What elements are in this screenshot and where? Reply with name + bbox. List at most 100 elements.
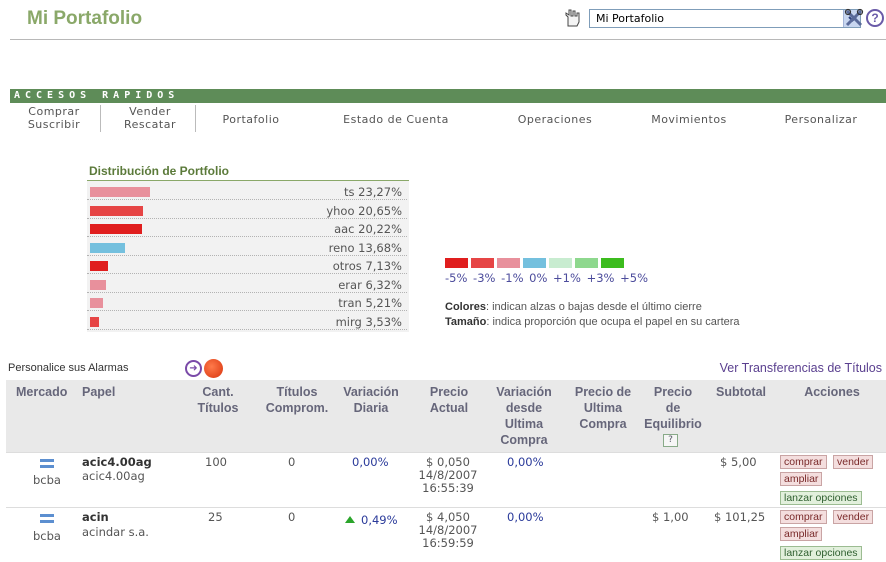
transfers-link[interactable]: Ver Transferencias de Títulos: [720, 361, 882, 375]
portfolio-select-value: Mi Portafolio: [596, 12, 665, 25]
precio-cell: $ 0,050 14/8/2007 16:55:39: [418, 455, 478, 495]
col-equilibrio: Precio de Equilibrio: [644, 385, 702, 431]
distribution-row: yhoo 20,65%: [87, 202, 407, 219]
tools-icon[interactable]: [844, 8, 864, 28]
help-icon[interactable]: ?: [866, 9, 884, 27]
col-comprom: Títulos Comprom.: [265, 385, 329, 415]
vender-button[interactable]: vender: [833, 510, 874, 524]
mercado-cell: bcba: [33, 529, 61, 543]
divider: [195, 105, 196, 132]
subtotal-cell: $ 5,00: [720, 455, 757, 469]
col-var-ultima: Variación desde Ultima Compra: [496, 385, 552, 447]
divider: [6, 507, 886, 508]
papel-desc: acic4.00ag: [82, 469, 145, 483]
distribution-label: mirg 3,53%: [335, 314, 402, 329]
quick-access-title: ACCESOS RAPIDOS: [14, 90, 180, 101]
quick-link-portafolio[interactable]: Portafolio: [208, 113, 294, 126]
col-papel: Papel: [82, 385, 116, 399]
table-header: Mercado Papel Cant. Títulos Títulos Comp…: [6, 380, 886, 452]
quick-link-comprar[interactable]: Comprar Suscribir: [18, 105, 90, 131]
alarm-bell-icon[interactable]: [204, 359, 223, 378]
vender-button[interactable]: vender: [833, 455, 874, 469]
quick-link-personalizar[interactable]: Personalizar: [775, 113, 867, 126]
papel-desc: acindar s.a.: [82, 525, 149, 539]
ampliar-button[interactable]: ampliar: [780, 527, 823, 541]
legend-note-size: Tamaño: indica proporción que ocupa el p…: [445, 316, 740, 328]
distribution-row: otros 7,13%: [87, 257, 407, 274]
distribution-row: ts 23,27%: [87, 183, 407, 200]
col-subtotal: Subtotal: [716, 385, 766, 399]
divider: [6, 452, 886, 453]
help-icon[interactable]: ?: [663, 434, 678, 447]
lanzar-opciones-button[interactable]: lanzar opciones: [780, 491, 862, 505]
legend-swatch: [575, 258, 598, 268]
legend-swatch: [445, 258, 468, 268]
comprom-cell: 0: [288, 510, 296, 524]
alarms-label: Personalice sus Alarmas: [8, 362, 129, 374]
var-ultima-cell: 0,00%: [507, 455, 544, 469]
mercado-cell: bcba: [33, 473, 61, 487]
papel-link[interactable]: acic4.00ag: [82, 456, 152, 469]
col-cant: Cant. Títulos: [197, 385, 239, 415]
divider: [100, 105, 101, 132]
lanzar-opciones-button[interactable]: lanzar opciones: [780, 546, 862, 560]
distribution-label: yhoo 20,65%: [326, 203, 402, 218]
variacion-cell: 0,49%: [361, 513, 398, 527]
papel-link[interactable]: acin: [82, 511, 109, 524]
distribution-title: Distribución de Portfolio: [89, 164, 229, 178]
col-precio-ultima: Precio de Ultima Compra: [574, 385, 632, 431]
distribution-label: tran 5,21%: [338, 296, 402, 310]
distribution-chart: ts 23,27% yhoo 20,65% aac 20,22% reno 13,68…: [87, 180, 409, 332]
quick-link-movimientos[interactable]: Movimientos: [640, 113, 738, 126]
comprar-button[interactable]: comprar: [780, 510, 827, 524]
subtotal-cell: $ 101,25: [714, 510, 766, 524]
distribution-bar: [90, 279, 106, 290]
legend-swatch: [471, 258, 494, 268]
page-title: Mi Portafolio: [27, 8, 143, 29]
precio-cell: $ 4,050 14/8/2007 16:59:59: [418, 510, 478, 550]
portfolio-select[interactable]: Mi Portafolio: [589, 9, 861, 28]
distribution-row: reno 13,68%: [87, 239, 407, 256]
distribution-row: erar 6,32%: [87, 276, 407, 293]
distribution-label: ts 23,27%: [343, 185, 402, 199]
arrow-right-icon[interactable]: ➜: [185, 360, 202, 377]
quick-link-vender[interactable]: Vender Rescatar: [110, 105, 190, 131]
legend-labels: -5% -3% -1% 0% +1% +3% +5%: [445, 271, 648, 285]
distribution-label: erar 6,32%: [338, 277, 402, 292]
distribution-bar: [90, 316, 99, 327]
distribution-bar: [90, 187, 150, 197]
quick-link-operaciones[interactable]: Operaciones: [505, 113, 605, 126]
legend-swatch: [497, 258, 520, 268]
cant-cell: 25: [208, 510, 223, 524]
equilibrio-cell: $ 1,00: [652, 510, 689, 524]
legend-swatch: [549, 258, 572, 268]
legend-note-colors: Colores: indican alzas o bajas desde el …: [445, 301, 702, 313]
comprom-cell: 0: [288, 455, 296, 469]
distribution-bar: [90, 298, 103, 308]
hand-pointer-icon[interactable]: [562, 8, 582, 28]
comprar-button[interactable]: comprar: [780, 455, 827, 469]
quick-access-bar: ACCESOS RAPIDOS: [10, 89, 886, 103]
distribution-row: mirg 3,53%: [87, 313, 407, 330]
quick-link-estado-cuenta[interactable]: Estado de Cuenta: [330, 113, 462, 126]
header-divider: [10, 39, 886, 40]
col-mercado: Mercado: [16, 385, 68, 399]
distribution-label: otros 7,13%: [332, 259, 402, 273]
market-flag-icon: [40, 514, 54, 523]
legend-swatch: [523, 258, 546, 268]
distribution-bar: [90, 224, 142, 234]
distribution-row: aac 20,22%: [87, 220, 407, 237]
ampliar-button[interactable]: ampliar: [780, 472, 823, 486]
var-ultima-cell: 0,00%: [507, 510, 544, 524]
col-precio: Precio Actual: [429, 385, 469, 415]
col-acciones: Acciones: [804, 385, 860, 399]
cant-cell: 100: [205, 455, 227, 469]
market-flag-icon: [40, 459, 54, 468]
distribution-bar: [90, 205, 143, 216]
distribution-bar: [90, 242, 125, 253]
arrow-up-icon: [345, 516, 355, 523]
variacion-cell: 0,00%: [352, 455, 389, 469]
distribution-row: tran 5,21%: [87, 294, 407, 311]
distribution-label: aac 20,22%: [334, 222, 402, 236]
distribution-label: reno 13,68%: [328, 240, 402, 255]
